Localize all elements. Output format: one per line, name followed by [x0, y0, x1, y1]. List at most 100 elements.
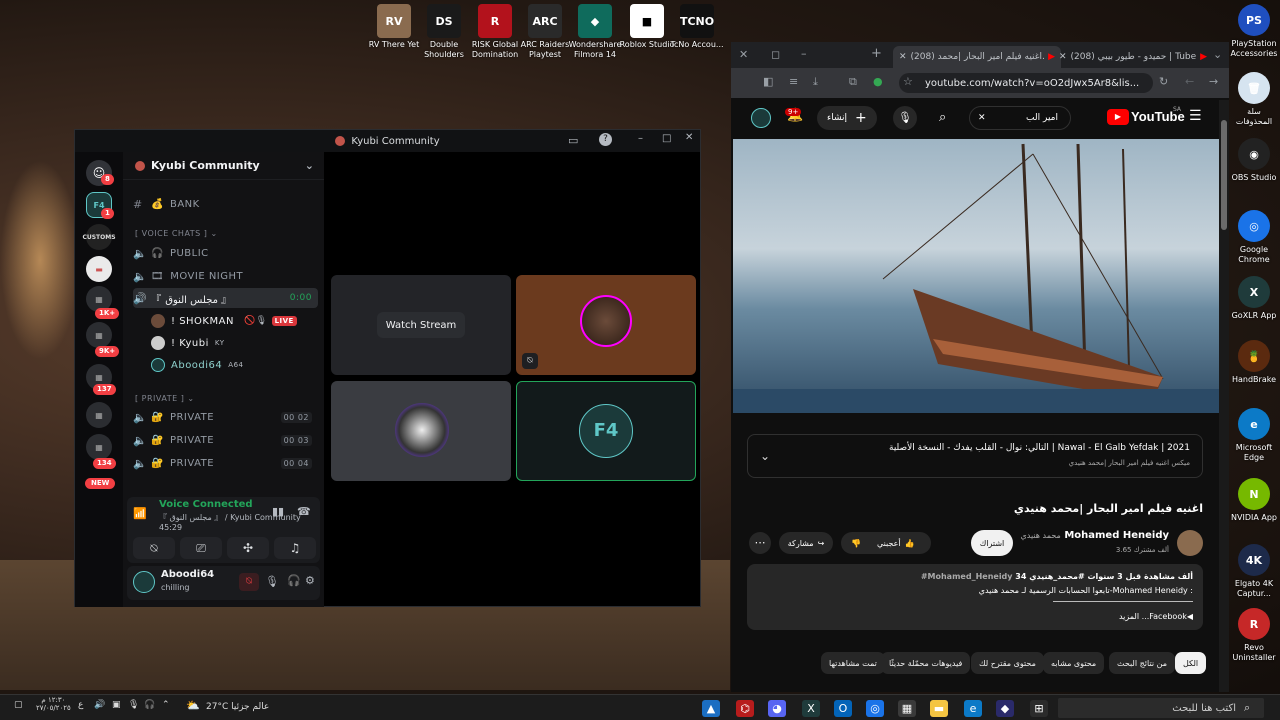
edge-icon[interactable]: e — [964, 700, 982, 717]
channel-private-3[interactable]: 🔈 🔐 PRIVATE 00 04 — [133, 453, 318, 473]
minimize-icon[interactable]: – — [801, 47, 807, 60]
subscribe-button[interactable]: اشتراك — [971, 530, 1013, 556]
desktop-icon[interactable]: 🗑 سلة المحذوفات — [1228, 72, 1280, 127]
channel-private-1[interactable]: 🔈 🔐 PRIVATE 00 02 — [133, 407, 318, 427]
discord-icon[interactable]: ◕ — [768, 700, 786, 717]
account-avatar[interactable] — [751, 108, 771, 128]
desktop-icon[interactable]: N NVIDIA App — [1228, 478, 1280, 523]
close-icon[interactable]: ✕ — [1059, 52, 1067, 62]
channel-public[interactable]: 🔈 🎧 PUBLIC — [133, 243, 318, 263]
channel-movie-night[interactable]: 🔈 🎞 MOVIE NIGHT — [133, 266, 318, 286]
desktop-icon[interactable]: e Microsoft Edge — [1228, 408, 1280, 463]
voice-user-shokman[interactable]: ! SHOKMAN 🚫🎙 LIVE — [151, 311, 318, 331]
download-icon[interactable]: ⤓ — [813, 75, 818, 89]
desktop-icon[interactable]: DS Double Shoulders — [416, 4, 472, 60]
category-private[interactable]: [ PRIVATE ] ⌄ — [135, 394, 195, 403]
clock[interactable]: ١٢:٣٠ م ٢٧/٠٥/٢٠٢٥ — [36, 696, 71, 712]
outlook-icon[interactable]: O — [834, 700, 852, 717]
channel-majlis[interactable]: 🔊 『 مجلس النوق 』 0:00 — [133, 288, 318, 308]
desktop-icon[interactable]: RV RV There Yet — [366, 4, 422, 50]
share-button[interactable]: مشاركة ↪ — [779, 532, 833, 554]
extension-icon[interactable]: ◧ — [763, 75, 773, 88]
copilot-icon[interactable]: ◆ — [996, 700, 1014, 717]
close-icon[interactable]: ✕ — [739, 48, 748, 61]
goxlr-icon[interactable]: X — [802, 700, 820, 717]
filter-chip[interactable]: محتوى مشابه — [1043, 652, 1105, 674]
tab-inactive[interactable]: ✕(208) حميدو - طيور بيبي | Tube...▶ — [1053, 46, 1213, 68]
scrollbar-thumb[interactable] — [1221, 120, 1227, 230]
like-icon[interactable]: 👍 — [905, 539, 915, 548]
reload-icon[interactable]: ↻ — [1159, 75, 1168, 88]
desktop-icon[interactable]: 4K Elgato 4K Captur... — [1228, 544, 1280, 599]
filter-chip[interactable]: الكل — [1175, 652, 1207, 674]
desktop-icon[interactable]: R RISK Global Domination — [467, 4, 523, 60]
camera-slash-icon[interactable]: ⍉ — [239, 573, 259, 591]
filter-chip[interactable]: فيديوهات محمّلة حديثًا — [881, 652, 971, 674]
search-input[interactable]: ✕ امير الب — [969, 106, 1071, 130]
desktop-icon[interactable]: R Revo Uninstaller — [1228, 608, 1280, 663]
server-orange[interactable]: ▬ — [86, 256, 112, 282]
new-tab-icon[interactable]: + — [871, 46, 882, 61]
headset-icon[interactable]: 🎧 — [287, 574, 301, 587]
desktop-icon[interactable]: ◎ Google Chrome — [1228, 210, 1280, 265]
desktop-icon[interactable]: ■ Roblox Studio — [619, 4, 675, 50]
profile-icon[interactable]: ● — [873, 75, 883, 88]
minimize-icon[interactable]: – — [638, 133, 643, 144]
desktop-icon[interactable]: PS PlayStation Accessories — [1228, 4, 1280, 59]
user-tile-aboodi[interactable]: F4 — [516, 381, 696, 481]
search-icon[interactable]: ⌕ — [1244, 701, 1250, 715]
voice-user-kyubi[interactable]: ! Kyubi KY — [151, 333, 318, 353]
taskbar-search[interactable]: اكتب هنا للبحث — [1058, 698, 1264, 718]
close-icon[interactable]: ✕ — [685, 132, 693, 143]
server-folder-2[interactable]: ▦ — [86, 322, 112, 348]
create-button[interactable]: إنشاء + — [817, 106, 877, 130]
description-box[interactable]: #Mohamed_Heneidy 34 ألف مشاهدة قبل 3 سنو… — [747, 564, 1203, 630]
headset-tray-icon[interactable]: 🎧 — [144, 700, 155, 710]
puzzle-icon[interactable]: ⧉ — [849, 75, 857, 89]
camera-off-button[interactable]: ⍉ — [133, 537, 175, 559]
up-next-panel[interactable]: ⌄ التالي: نوال - القلب يفدك - النسخة الأ… — [747, 434, 1203, 478]
settings-gear-icon[interactable]: ⚙ — [305, 574, 315, 587]
server-folder-5[interactable]: ▦ — [86, 434, 112, 460]
like-label[interactable]: أعجبني — [877, 539, 901, 548]
channel-bank[interactable]: # 💰 BANK — [133, 194, 318, 214]
restore-icon[interactable]: ◻ — [771, 48, 780, 61]
maximize-icon[interactable]: □ — [662, 133, 671, 144]
user-tile-kyubi[interactable]: ⍉ — [516, 275, 696, 375]
channel-private-2[interactable]: 🔈 🔐 PRIVATE 00 03 — [133, 430, 318, 450]
filter-chip[interactable]: تمت مشاهدتها — [821, 652, 885, 674]
volume-icon[interactable]: 🔊 — [94, 700, 105, 710]
store-icon[interactable]: ▦ — [898, 700, 916, 717]
voice-status[interactable]: Voice Connected — [159, 499, 253, 510]
network-icon[interactable]: ▣ — [112, 700, 121, 710]
tab-active[interactable]: ✕(208) اغنيه فيلم امير البحار |محمد...▶ — [893, 46, 1061, 68]
tab-search-icon[interactable]: ⌄ — [1213, 48, 1222, 61]
show-desktop-icon[interactable]: ▢ — [14, 700, 23, 710]
server-folder-4[interactable]: ▦ — [86, 402, 112, 428]
activities-button[interactable]: ✣ — [227, 537, 269, 559]
inbox-icon[interactable]: ▭ — [568, 134, 578, 147]
soundboard-button[interactable]: ♫ — [274, 537, 316, 559]
forward-icon[interactable]: ← — [1185, 75, 1194, 88]
menu-icon[interactable]: ≡ — [789, 75, 798, 88]
stream-tile[interactable]: Watch Stream — [331, 275, 511, 375]
desktop-icon[interactable]: ARC ARC Raiders Playtest — [517, 4, 573, 60]
mic-icon[interactable]: 🎙 — [893, 106, 917, 130]
server-customs[interactable]: CUSTOMS — [82, 224, 116, 250]
filter-chip[interactable]: محتوى مقترح لك — [971, 652, 1044, 674]
desktop-icon[interactable]: X GoXLR App — [1228, 276, 1280, 321]
avatar[interactable] — [133, 571, 155, 593]
url-bar[interactable]: youtube.com/watch?v=oO2dJwx5Ar8&lis... — [899, 73, 1153, 93]
show-more[interactable]: المزيد ...Facebook◀ — [1119, 612, 1193, 621]
more-options-icon[interactable]: ⋯ — [749, 532, 771, 554]
voice-user-aboodi[interactable]: Aboodi64 A64 — [151, 355, 318, 375]
chrome-icon[interactable]: ◎ — [866, 700, 884, 717]
video-player[interactable] — [733, 139, 1219, 413]
app-icon[interactable]: ⌬ — [736, 700, 754, 717]
hashtag[interactable]: #Mohamed_Heneidy — [921, 572, 1013, 581]
channel-name[interactable]: محمد هنيدي Mohamed Heneidy — [1021, 530, 1170, 541]
clear-search-icon[interactable]: ✕ — [978, 113, 986, 123]
dislike-icon[interactable]: 👎 — [851, 539, 861, 548]
back-icon[interactable]: → — [1209, 75, 1218, 88]
channel-avatar[interactable] — [1177, 530, 1203, 556]
